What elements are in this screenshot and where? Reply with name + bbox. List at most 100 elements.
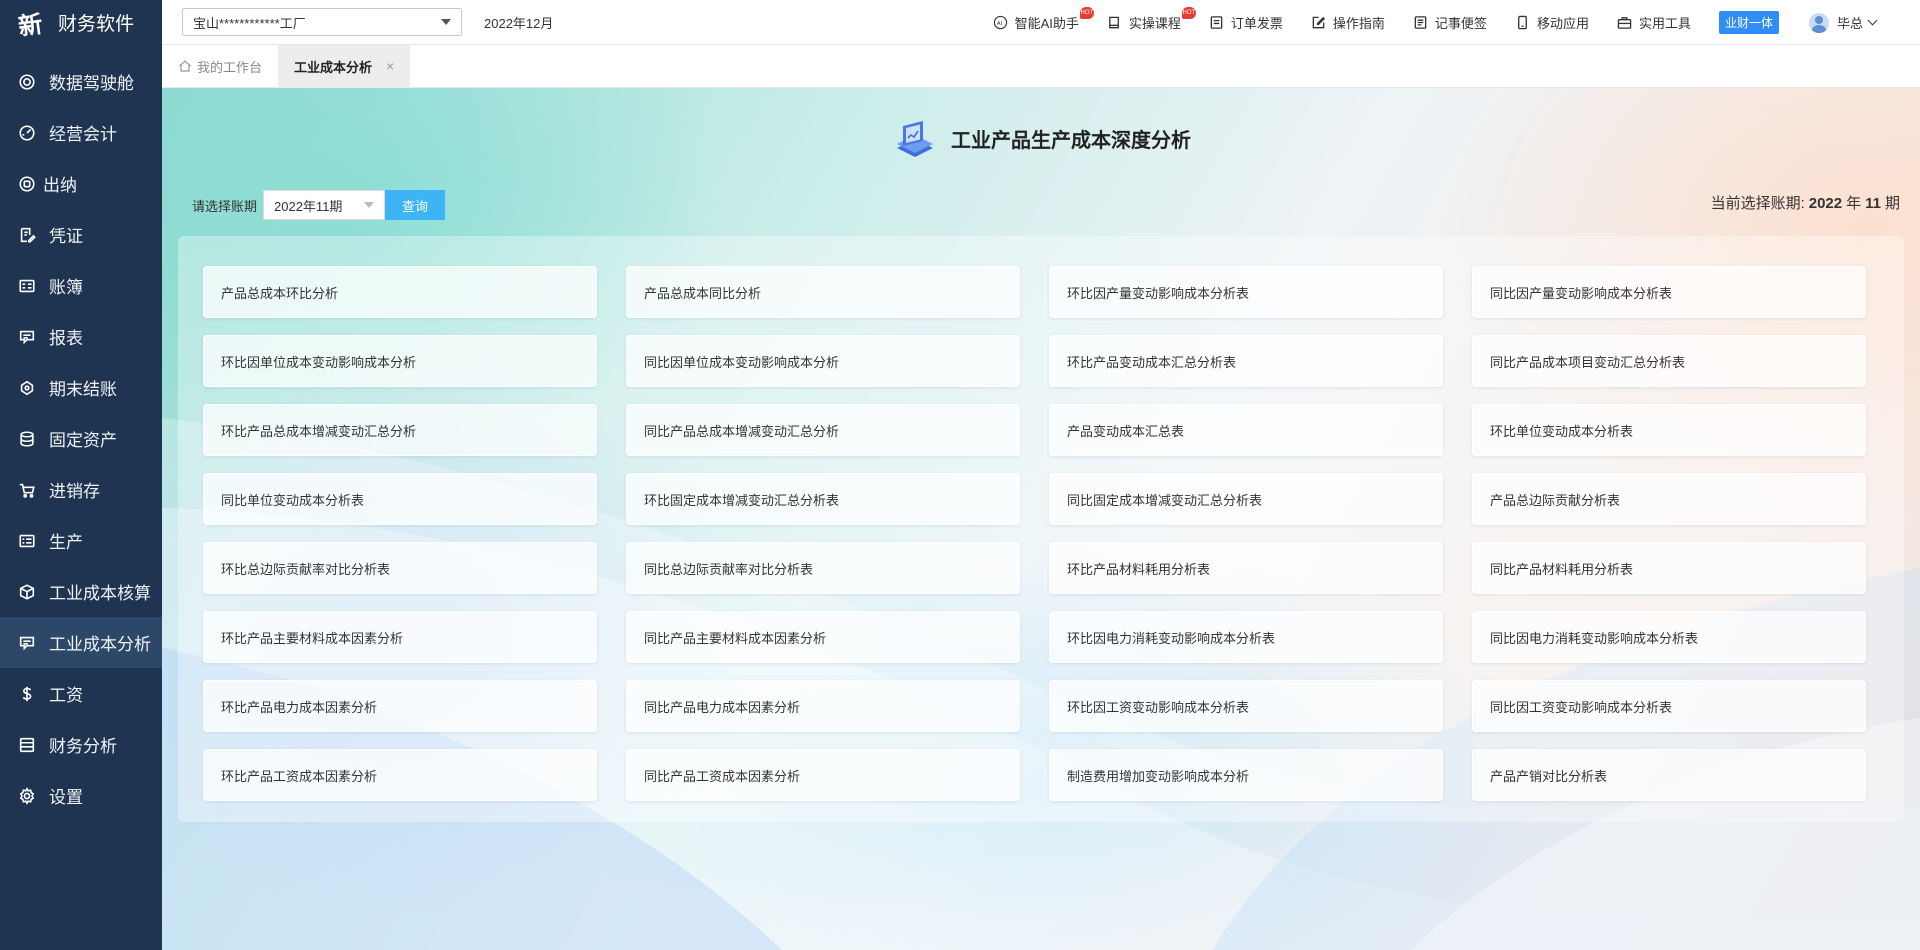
main-content: 工业产品生产成本深度分析 请选择账期 2022年11期 查询 当前选择账期: 20…: [162, 88, 1920, 950]
tab-label: 我的工作台: [197, 59, 263, 75]
report-card[interactable]: 同比因工资变动影响成本分析表: [1472, 680, 1866, 732]
company-select[interactable]: 宝山************工厂: [182, 8, 462, 36]
report-card[interactable]: 同比产品主要材料成本因素分析: [626, 611, 1020, 663]
sidebar-item-label: 期末结账: [49, 380, 117, 399]
sidebar-item-label: 经营会计: [49, 125, 117, 144]
sidebar-item-voucher[interactable]: 凭证: [0, 209, 162, 260]
report-icon: [17, 327, 37, 347]
order-invoice-button[interactable]: 订单发票: [1209, 13, 1283, 32]
report-card[interactable]: 环比因电力消耗变动影响成本分析表: [1049, 611, 1443, 663]
tab-industrial-cost-analysis[interactable]: 工业成本分析 ×: [278, 45, 411, 87]
report-card[interactable]: 环比产品总成本增减变动汇总分析: [203, 404, 597, 456]
report-card-grid: 产品总成本环比分析 产品总成本同比分析 环比因产量变动影响成本分析表 同比因产量变动影…: [203, 266, 1866, 801]
sidebar-item-cashier[interactable]: 出纳: [0, 158, 162, 209]
close-icon[interactable]: ×: [386, 58, 394, 74]
analysis-icon: [17, 633, 37, 653]
app-logo[interactable]: 新 财务软件: [0, 0, 162, 45]
finance-integration-badge[interactable]: 业财一体: [1718, 11, 1779, 34]
report-card[interactable]: 环比产品电力成本因素分析: [203, 680, 597, 732]
ai-icon: AI: [993, 15, 1009, 31]
sidebar-item-industrial-cost-analysis[interactable]: 工业成本分析: [0, 617, 162, 668]
sidebar-item-settings[interactable]: 设置: [0, 770, 162, 821]
report-card[interactable]: 同比产品总成本增减变动汇总分析: [626, 404, 1020, 456]
report-card[interactable]: 同比固定成本增减变动汇总分析表: [1049, 473, 1443, 525]
report-card[interactable]: 环比固定成本增减变动汇总分析表: [626, 473, 1020, 525]
report-card[interactable]: 产品总成本环比分析: [203, 266, 597, 318]
tab-label: 工业成本分析: [294, 59, 373, 75]
sidebar-item-data-cockpit[interactable]: 数据驾驶舱: [0, 56, 162, 107]
report-card[interactable]: 环比总边际贡献率对比分析表: [203, 542, 597, 594]
home-icon: [179, 60, 191, 72]
sidebar-item-label: 固定资产: [49, 431, 117, 450]
edit-icon: [1311, 15, 1327, 31]
report-card[interactable]: 环比产品变动成本汇总分析表: [1049, 335, 1443, 387]
query-button[interactable]: 查询: [385, 190, 446, 220]
report-card[interactable]: 同比因电力消耗变动影响成本分析表: [1472, 611, 1866, 663]
tools-button[interactable]: 实用工具: [1617, 13, 1691, 32]
report-card[interactable]: 同比产品成本项目变动汇总分析表: [1472, 335, 1866, 387]
report-card[interactable]: 环比单位变动成本分析表: [1472, 404, 1866, 456]
ledger-icon: [17, 276, 37, 296]
sidebar-item-fixed-assets[interactable]: 固定资产: [0, 413, 162, 464]
toolbox-icon: [1617, 15, 1633, 31]
cashier-icon: [17, 174, 37, 194]
report-card[interactable]: 环比产品主要材料成本因素分析: [203, 611, 597, 663]
period-select[interactable]: 2022年11期: [263, 190, 386, 220]
sidebar-item-production[interactable]: 生产: [0, 515, 162, 566]
sidebar-item-industrial-cost-accounting[interactable]: 工业成本核算: [0, 566, 162, 617]
user-name: 毕总: [1836, 16, 1863, 31]
company-name: 宝山************工厂: [193, 15, 306, 31]
sidebar-item-report[interactable]: 报表: [0, 311, 162, 362]
operation-guide-button[interactable]: 操作指南: [1311, 13, 1385, 32]
report-card[interactable]: 产品变动成本汇总表: [1049, 404, 1443, 456]
notes-button[interactable]: 记事便签: [1413, 13, 1487, 32]
practical-course-label: 实操课程: [1128, 16, 1181, 31]
report-card[interactable]: 同比产品工资成本因素分析: [626, 749, 1020, 801]
sidebar-item-label: 数据驾驶舱: [49, 74, 134, 93]
report-card[interactable]: 环比因产量变动影响成本分析表: [1049, 266, 1443, 318]
chevron-down-icon: [1867, 15, 1878, 26]
tab-bar: 我的工作台 工业成本分析 ×: [162, 45, 1920, 88]
tab-my-workbench[interactable]: 我的工作台: [162, 45, 278, 87]
report-card[interactable]: 同比总边际贡献率对比分析表: [626, 542, 1020, 594]
current-period-year: 2022: [1808, 195, 1843, 212]
current-period-year-unit: 年: [1846, 195, 1862, 212]
report-card[interactable]: 环比产品材料耗用分析表: [1049, 542, 1443, 594]
sidebar-item-label: 生产: [49, 533, 83, 552]
report-card[interactable]: 产品产销对比分析表: [1472, 749, 1866, 801]
sidebar-item-period-end-closing[interactable]: 期末结账: [0, 362, 162, 413]
report-card[interactable]: 制造费用增加变动影响成本分析: [1049, 749, 1443, 801]
report-card[interactable]: 同比产品电力成本因素分析: [626, 680, 1020, 732]
report-card[interactable]: 环比产品工资成本因素分析: [203, 749, 597, 801]
caret-down-icon: [364, 202, 375, 208]
report-card[interactable]: 同比因单位成本变动影响成本分析: [626, 335, 1020, 387]
report-card[interactable]: 同比产品材料耗用分析表: [1472, 542, 1866, 594]
report-card[interactable]: 环比因工资变动影响成本分析表: [1049, 680, 1443, 732]
sidebar-item-inventory[interactable]: 进销存: [0, 464, 162, 515]
app-title: 财务软件: [58, 14, 135, 35]
sidebar-item-management-accounting[interactable]: 经营会计: [0, 107, 162, 158]
sidebar-item-payroll[interactable]: 工资: [0, 668, 162, 719]
report-card[interactable]: 环比因单位成本变动影响成本分析: [203, 335, 597, 387]
mobile-app-button[interactable]: 移动应用: [1515, 13, 1589, 32]
notes-label: 记事便签: [1434, 16, 1487, 31]
report-card[interactable]: 产品总边际贡献分析表: [1472, 473, 1866, 525]
tools-label: 实用工具: [1638, 16, 1691, 31]
analysis-report-icon: [897, 121, 933, 157]
user-menu[interactable]: 毕总: [1808, 12, 1878, 33]
report-card[interactable]: 同比因产量变动影响成本分析表: [1472, 266, 1866, 318]
report-card[interactable]: 产品总成本同比分析: [626, 266, 1020, 318]
sidebar-item-label: 工业成本核算: [49, 584, 151, 603]
ai-assistant-button[interactable]: AI 智能AI助手 HOT: [993, 7, 1094, 32]
filter-label: 请选择账期: [192, 198, 258, 214]
current-period-unit: 期: [1884, 195, 1900, 212]
page-title: 工业产品生产成本深度分析: [162, 114, 1920, 162]
sidebar-item-label: 财务分析: [49, 737, 117, 756]
report-card[interactable]: 同比单位变动成本分析表: [203, 473, 597, 525]
sidebar-item-ledger[interactable]: 账簿: [0, 260, 162, 311]
cart-icon: [17, 480, 37, 500]
sidebar-item-label: 出纳: [43, 176, 77, 195]
practical-course-button[interactable]: 实操课程 HOT: [1107, 7, 1196, 32]
sidebar-item-label: 工资: [49, 686, 83, 705]
sidebar-item-financial-analysis[interactable]: 财务分析: [0, 719, 162, 770]
